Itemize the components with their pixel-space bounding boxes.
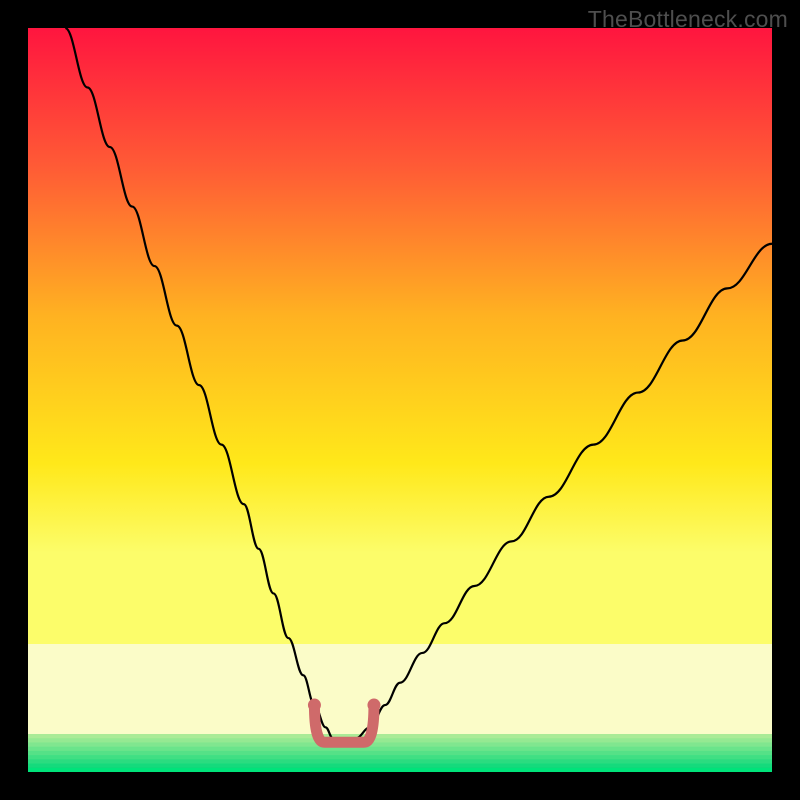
- gradient-background: [28, 28, 772, 668]
- plot-area: [28, 28, 772, 772]
- chart-frame: TheBottleneck.com: [0, 0, 800, 800]
- bottleneck-chart: [28, 28, 772, 772]
- green-band: [28, 734, 772, 772]
- pale-band: [28, 644, 772, 740]
